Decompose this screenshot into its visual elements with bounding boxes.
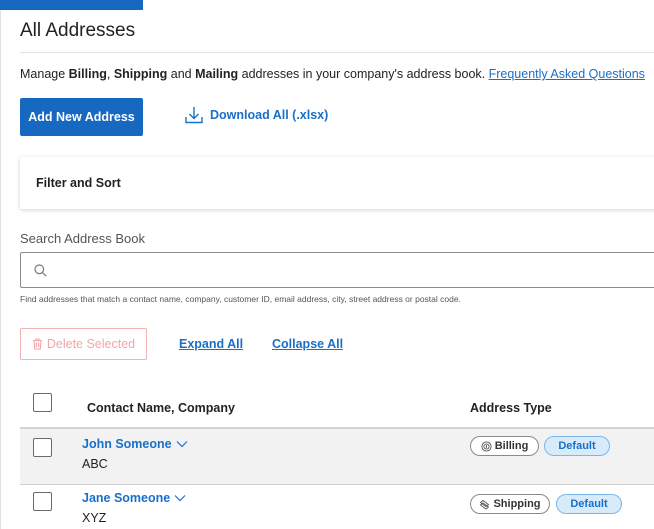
company-name: ABC [82, 457, 108, 471]
search-label: Search Address Book [20, 231, 146, 246]
download-all-button[interactable]: Download All (.xlsx) [184, 105, 328, 125]
row-divider [20, 484, 654, 485]
filter-and-sort-label: Filter and Sort [36, 176, 121, 190]
page-title: All Addresses [20, 20, 136, 41]
chevron-down-icon [176, 441, 188, 448]
search-box [20, 252, 654, 288]
download-all-label: Download All (.xlsx) [210, 108, 329, 122]
expand-all-link[interactable]: Expand All [179, 337, 243, 351]
title-divider [20, 52, 654, 53]
intro-text: Manage [20, 67, 69, 81]
company-name: XYZ [82, 511, 107, 525]
chevron-down-icon [174, 495, 186, 502]
default-badge: Default [544, 436, 610, 456]
filter-and-sort-panel[interactable]: Filter and Sort [20, 157, 654, 209]
add-new-address-button[interactable]: Add New Address [20, 98, 143, 136]
header-address-type: Address Type [470, 401, 552, 415]
intro-billing: Billing [68, 67, 107, 81]
search-icon [34, 264, 47, 277]
row-checkbox[interactable] [33, 438, 52, 457]
intro-mailing: Mailing [195, 67, 239, 81]
delete-selected-label: Delete Selected [46, 337, 136, 351]
content-border [0, 10, 1, 529]
address-type-badge: Shipping [470, 494, 550, 514]
shipping-icon [480, 499, 490, 510]
intro-text: and [167, 67, 196, 81]
search-hint: Find addresses that match a contact name… [20, 294, 461, 304]
intro-shipping: Shipping [113, 67, 168, 81]
contact-name: Jane Someone [82, 491, 171, 505]
address-type-badge: Billing [470, 436, 539, 456]
contact-name: John Someone [82, 437, 172, 451]
header-contact-name: Contact Name, Company [87, 401, 235, 415]
app-header-tab [0, 0, 143, 10]
search-input[interactable] [55, 253, 645, 287]
trash-icon [32, 338, 42, 350]
address-type-label: Shipping [493, 498, 541, 510]
row-checkbox[interactable] [33, 492, 52, 511]
intro-text: addresses in your company's address book… [238, 67, 489, 81]
download-icon [185, 107, 203, 124]
faq-link[interactable]: Frequently Asked Questions [489, 67, 645, 81]
contact-name-toggle[interactable]: Jane Someone [82, 491, 186, 505]
intro-text: , [106, 67, 114, 81]
select-all-checkbox[interactable] [33, 393, 52, 412]
contact-name-toggle[interactable]: John Someone [82, 437, 188, 451]
default-badge: Default [556, 494, 622, 514]
address-type-label: Billing [494, 440, 529, 452]
page-intro: Manage Billing, Shipping and Mailing add… [20, 67, 645, 81]
delete-selected-button[interactable]: Delete Selected [20, 328, 147, 360]
billing-icon [481, 440, 492, 452]
collapse-all-link[interactable]: Collapse All [272, 337, 343, 351]
